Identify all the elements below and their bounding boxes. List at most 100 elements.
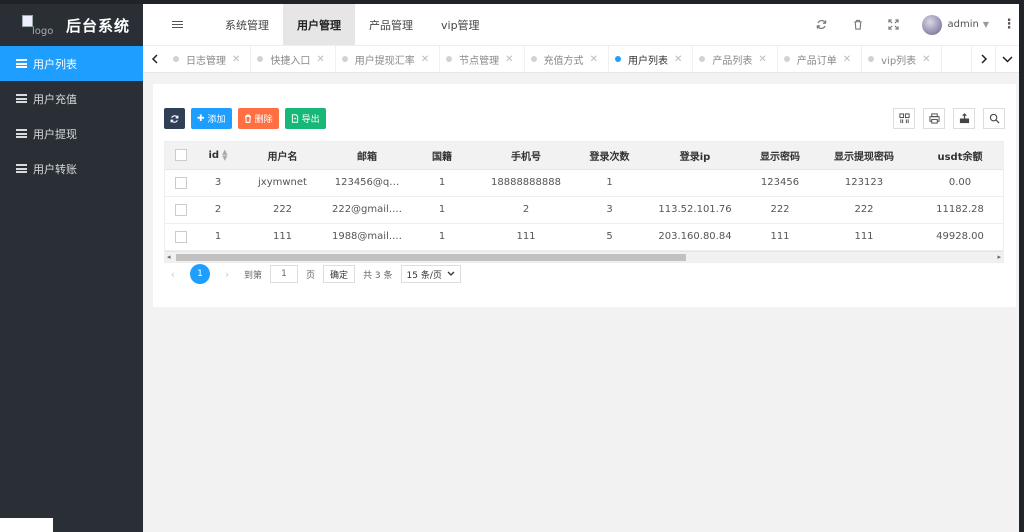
column-header-label: 显示提现密码 bbox=[834, 151, 894, 163]
refresh-icon bbox=[170, 114, 179, 123]
row-checkbox[interactable] bbox=[175, 230, 187, 243]
column-header-label: usdt余额 bbox=[937, 151, 983, 163]
top-header: 系统管理 用户管理 产品管理 vip管理 admin ▼ ⋮ bbox=[143, 4, 1019, 46]
scroll-right-arrow-icon[interactable]: ▸ bbox=[997, 252, 1001, 262]
table-row[interactable]: 1 111 1988@mail.… 1 111 5 203.160.80.84 111 111 4… bbox=[165, 223, 1003, 250]
page-tab[interactable]: 充值方式 ✕ bbox=[525, 46, 609, 72]
close-icon[interactable]: ✕ bbox=[232, 54, 240, 65]
top-menu-item[interactable]: 用户管理 bbox=[283, 4, 355, 45]
page-tab[interactable]: vip列表 ✕ bbox=[862, 46, 942, 72]
sidebar-item[interactable]: 用户提现 bbox=[0, 116, 143, 151]
page-size-select[interactable]: 15 条/页 bbox=[400, 265, 461, 283]
table-row[interactable]: 2 222 222@gmail.… 1 2 3 113.52.101.76 222 222 111… bbox=[165, 196, 1003, 223]
goto-confirm-button[interactable]: 确定 bbox=[323, 265, 356, 283]
sidebar-item[interactable]: 用户充值 bbox=[0, 81, 143, 116]
column-header: 邮箱 bbox=[326, 142, 408, 170]
horizontal-scrollbar[interactable]: ◂ ▸ bbox=[165, 251, 1003, 262]
goto-page-input[interactable]: 1 bbox=[270, 265, 299, 283]
table-body: 3 jxymwnet 123456@q… 1 18888888888 1 123456 123… bbox=[165, 169, 1003, 250]
list-icon bbox=[16, 164, 27, 173]
close-icon[interactable]: ✕ bbox=[843, 54, 851, 65]
refresh-button[interactable] bbox=[804, 4, 840, 45]
sidebar-item-label: 用户列表 bbox=[33, 57, 77, 71]
table-cell: 111 bbox=[770, 231, 790, 242]
delete-label: 删除 bbox=[254, 115, 273, 125]
close-icon[interactable]: ✕ bbox=[505, 54, 513, 65]
sort-icon[interactable]: ▲ ▼ bbox=[222, 149, 227, 162]
close-icon[interactable]: ✕ bbox=[758, 54, 766, 65]
current-page[interactable]: 1 bbox=[190, 264, 210, 284]
refresh-table-button[interactable] bbox=[164, 108, 185, 129]
table-cell: 1988@mail.… bbox=[331, 231, 403, 242]
sidebar-item-label: 用户充值 bbox=[33, 92, 77, 106]
export-button[interactable]: 导出 bbox=[284, 108, 326, 129]
table-cell: 113.52.101.76 bbox=[658, 204, 732, 215]
close-icon[interactable]: ✕ bbox=[316, 54, 324, 65]
close-icon[interactable]: ✕ bbox=[590, 54, 598, 65]
top-menu-item[interactable]: 系统管理 bbox=[211, 4, 283, 45]
delete-button[interactable]: 删除 bbox=[237, 108, 279, 129]
export-icon bbox=[959, 113, 969, 124]
table-cell: 5 bbox=[606, 231, 613, 242]
page-tab[interactable]: 产品订单 ✕ bbox=[778, 46, 863, 72]
app-title: 后台系统 bbox=[66, 16, 131, 35]
page-tab[interactable]: 产品列表 ✕ bbox=[693, 46, 778, 72]
column-header[interactable]: id ▲ ▼ bbox=[197, 142, 239, 170]
prev-page-icon[interactable]: ‹ bbox=[164, 268, 182, 281]
next-page-icon[interactable]: › bbox=[218, 268, 236, 281]
row-checkbox[interactable] bbox=[175, 203, 187, 216]
avatar[interactable] bbox=[921, 14, 942, 35]
close-icon[interactable]: ✕ bbox=[674, 54, 682, 65]
tabs-scroll-left-button[interactable] bbox=[143, 46, 167, 72]
table-cell: 49928.00 bbox=[936, 231, 984, 242]
close-icon[interactable]: ✕ bbox=[922, 54, 930, 65]
close-icon[interactable]: ✕ bbox=[421, 54, 429, 65]
add-label: 添加 bbox=[207, 115, 226, 125]
chevron-down-icon[interactable]: ▼ bbox=[983, 20, 989, 29]
table-cell: 123456 bbox=[760, 177, 800, 188]
logo-area: logo 后台系统 bbox=[0, 4, 143, 46]
menu-toggle-button[interactable] bbox=[143, 4, 211, 45]
scroll-left-arrow-icon[interactable]: ◂ bbox=[167, 252, 171, 262]
content-card: ✚ 添加 删除 导出 id ▲ ▼ 用户名 邮箱 国籍 手机号 登录次数 登录i… bbox=[153, 84, 1016, 307]
table-cell: 3 bbox=[214, 177, 222, 188]
tabs-scroll-right-button[interactable] bbox=[971, 46, 995, 72]
fullscreen-button[interactable] bbox=[876, 4, 912, 45]
top-menu-item[interactable]: 产品管理 bbox=[355, 4, 427, 45]
column-header-label: 邮箱 bbox=[357, 151, 377, 163]
fullscreen-icon bbox=[888, 19, 899, 30]
page-tab[interactable]: 日志管理 ✕ bbox=[167, 46, 252, 72]
sidebar-item[interactable]: 用户列表 bbox=[0, 46, 143, 81]
user-name[interactable]: admin bbox=[948, 19, 979, 30]
page-tabs-bar: 日志管理 ✕ 快捷入口 ✕ 用户提现汇率 ✕ 节点管理 ✕ 充值方式 ✕ 用户列表 ✕ 产品列表 ✕ 产品订… bbox=[143, 46, 1019, 73]
clear-cache-button[interactable] bbox=[840, 4, 876, 45]
page-tab[interactable]: 用户列表 ✕ bbox=[609, 46, 694, 72]
tab-status-dot bbox=[783, 56, 790, 62]
table-cell: 203.160.80.84 bbox=[658, 231, 732, 242]
user-table: id ▲ ▼ 用户名 邮箱 国籍 手机号 登录次数 登录ip 显示密码 显示提现密码 usdt余额 3… bbox=[164, 141, 1004, 263]
table-row[interactable]: 3 jxymwnet 123456@q… 1 18888888888 1 123456 123… bbox=[165, 169, 1003, 196]
sidebar-item[interactable]: 用户转账 bbox=[0, 151, 143, 186]
columns-filter-button[interactable] bbox=[893, 108, 915, 129]
top-menu-item[interactable]: vip管理 bbox=[427, 4, 494, 45]
page-tab[interactable]: 节点管理 ✕ bbox=[440, 46, 525, 72]
row-checkbox[interactable] bbox=[175, 176, 187, 189]
more-vertical-icon[interactable]: ⋮ bbox=[999, 17, 1019, 32]
print-button[interactable] bbox=[923, 108, 945, 129]
tabs-menu-button[interactable] bbox=[995, 46, 1019, 72]
search-button[interactable] bbox=[983, 108, 1005, 129]
column-header-label: 用户名 bbox=[267, 151, 298, 163]
table-cell: 1 bbox=[606, 177, 613, 188]
add-button[interactable]: ✚ 添加 bbox=[191, 108, 232, 129]
table-cell bbox=[643, 169, 747, 196]
export-tool-button[interactable] bbox=[953, 108, 975, 129]
window-frame-right bbox=[1019, 0, 1024, 532]
column-header-label: 登录ip bbox=[679, 151, 711, 163]
column-header: 显示提现密码 bbox=[813, 142, 915, 170]
scrollbar-thumb[interactable] bbox=[176, 254, 686, 261]
page-tab[interactable]: 快捷入口 ✕ bbox=[251, 46, 336, 72]
select-all-checkbox[interactable] bbox=[175, 149, 187, 162]
page-tab[interactable]: 用户提现汇率 ✕ bbox=[336, 46, 441, 72]
top-menu: 系统管理 用户管理 产品管理 vip管理 bbox=[211, 4, 494, 45]
table-cell: 111 bbox=[516, 231, 536, 242]
